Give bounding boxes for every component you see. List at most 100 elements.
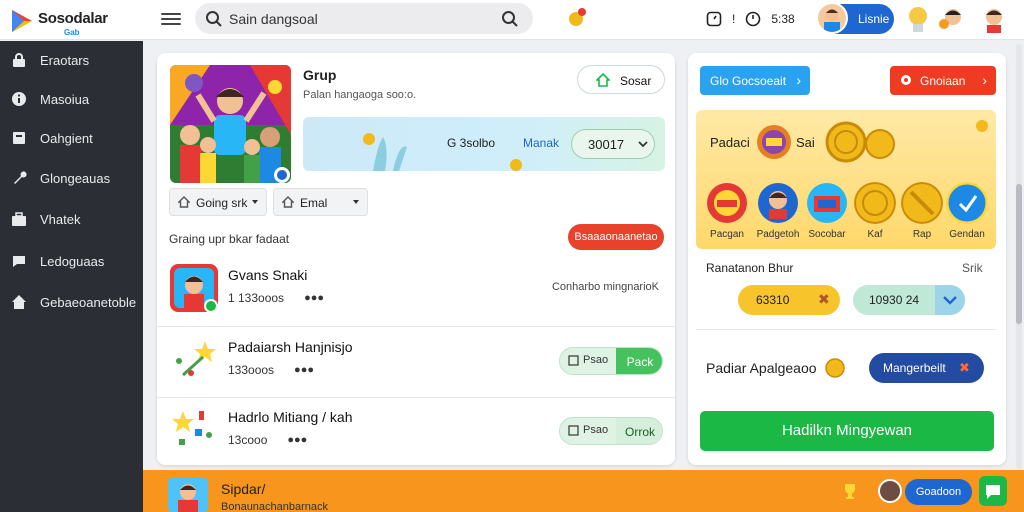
- item-action-pill[interactable]: Psao Orrok: [559, 417, 663, 445]
- sidebar-item-label: Vhatek: [40, 212, 81, 227]
- app-sub: Gab: [64, 28, 80, 37]
- medal-icon[interactable]: [757, 182, 799, 224]
- promo-label: G 3solbo: [447, 136, 496, 150]
- search-bar[interactable]: [195, 3, 533, 34]
- amount-dropdown-toggle[interactable]: [935, 285, 965, 315]
- medal-icon[interactable]: [901, 182, 943, 224]
- sidebar-item-gebaeoanetoble[interactable]: Gebaeoanetoble: [0, 287, 143, 317]
- home-outline-icon: [596, 73, 610, 87]
- sidebar: Eraotars Masoiua Oahgient Glongeauas Vha…: [0, 41, 143, 512]
- red-action-button[interactable]: Gnoiaan ›: [890, 66, 996, 95]
- red-action-label: Gnoiaan: [920, 74, 966, 88]
- medals-title: Padaci: [710, 135, 750, 150]
- clock-icon[interactable]: [745, 11, 761, 27]
- image-icon: [568, 354, 579, 366]
- reservation-right-label: Srik: [962, 261, 983, 275]
- trophy-icon[interactable]: [841, 482, 859, 500]
- item-pill-b[interactable]: Pack: [616, 348, 662, 374]
- trophy-avatar-icon[interactable]: [904, 4, 932, 34]
- bottom-subtitle: Bonaunachanbarnack: [221, 501, 329, 512]
- list-item[interactable]: Hadrlo Mitiang / kah 13cooo ●●● Psao Orr…: [157, 405, 675, 463]
- sidebar-item-label: Eraotars: [40, 53, 90, 68]
- medal-icon[interactable]: [706, 182, 748, 224]
- list-item[interactable]: Gvans Snaki 1 133ooos ●●● Conharbo mingn…: [157, 263, 675, 325]
- friend-avatar-icon[interactable]: [938, 4, 966, 34]
- search-icon: [206, 11, 222, 27]
- scrollbar-thumb[interactable]: [1016, 184, 1022, 324]
- close-icon: ✖: [959, 360, 970, 375]
- email-dropdown-label: Emal: [300, 196, 328, 210]
- play-logo-icon: [12, 10, 32, 32]
- promo-link[interactable]: Manak: [523, 136, 559, 150]
- rewards-panel: Glo Gocsoeait › Gnoiaan › Padaci Sai Pac…: [688, 53, 1006, 465]
- avatar[interactable]: [878, 479, 902, 503]
- medals-card: Padaci Sai Pacgan Padgetoh Socobar Kaf R…: [696, 110, 996, 249]
- section-title: Graing upr bkar fadaat: [169, 232, 290, 246]
- promo-code-select[interactable]: 30017: [571, 129, 655, 159]
- bottom-thumbnail: [168, 478, 208, 512]
- sidebar-item-eraotars[interactable]: Eraotars: [0, 45, 143, 75]
- image-icon: [568, 424, 579, 436]
- chat-button[interactable]: [979, 476, 1007, 506]
- separator: !: [732, 12, 736, 26]
- share-button[interactable]: Sosar: [577, 65, 665, 94]
- caret-down-icon: [353, 200, 359, 204]
- emoji-reactions-icon: ●●●: [287, 434, 308, 446]
- gear-icon: [901, 75, 911, 85]
- going-dropdown[interactable]: Going srk: [169, 188, 267, 216]
- bottom-bar: Sipdar/ Bonaunachanbarnack Goadoon: [143, 470, 1024, 512]
- item-right-text: Conharbo mingnarioK: [551, 281, 659, 293]
- badge-icon: [757, 125, 791, 159]
- item-meta-text: 13cooo: [228, 433, 268, 447]
- manager-button[interactable]: Mangerbeilt ✖: [869, 353, 984, 383]
- points-value: 63310: [756, 293, 790, 307]
- item-action-pill[interactable]: Psao Pack: [559, 347, 663, 375]
- medal-icon[interactable]: [946, 182, 988, 224]
- points-pill[interactable]: 63310 ✖: [738, 285, 840, 315]
- top-status-icons: ! 5:38: [706, 7, 795, 31]
- close-icon[interactable]: ✖: [818, 291, 830, 308]
- lock-icon: [13, 53, 25, 67]
- sidebar-item-oahgient[interactable]: Oahgient: [0, 123, 143, 153]
- sidebar-item-label: Oahgient: [40, 131, 93, 146]
- item-pill-a-label: Psao: [583, 424, 609, 436]
- scrollbar[interactable]: [1016, 44, 1022, 469]
- group-hero-image: [170, 65, 291, 183]
- confetti-icon: [172, 411, 212, 445]
- search-input[interactable]: [229, 9, 489, 29]
- emoji-reactions-icon: ●●●: [304, 292, 324, 304]
- sidebar-item-glongeauas[interactable]: Glongeauas: [0, 163, 143, 193]
- primary-green-button[interactable]: Hadilkn Mingyewan: [700, 411, 994, 451]
- medal-icon[interactable]: [854, 182, 896, 224]
- medal-icon[interactable]: [806, 182, 848, 224]
- email-dropdown[interactable]: Emal: [273, 188, 368, 216]
- search-submit-icon[interactable]: [501, 10, 519, 28]
- coin-notification-icon[interactable]: [566, 6, 588, 28]
- coin-icon: [825, 121, 867, 163]
- item-meta: 13cooo ●●●: [228, 433, 307, 447]
- chevron-down-icon: [638, 141, 648, 148]
- sidebar-item-ledoguaas[interactable]: Ledoguaas: [0, 246, 143, 276]
- bottom-action-button[interactable]: Goadoon: [905, 479, 972, 505]
- medals-subtitle: Sai: [796, 135, 815, 150]
- home-outline-icon: [178, 196, 190, 208]
- chevron-down-icon: [943, 296, 957, 305]
- section-action-button[interactable]: Bsaaaonaanetao: [568, 224, 664, 250]
- profile-avatar-icon[interactable]: [980, 4, 1008, 34]
- menu-icon[interactable]: [161, 10, 181, 28]
- go-button[interactable]: Glo Gocsoeait ›: [700, 66, 810, 95]
- chat-icon: [13, 256, 25, 267]
- list-item[interactable]: Padaiarsh Hanjnisjo 133ooos ●●● Psao Pac…: [157, 335, 675, 397]
- chat-icon: [986, 485, 1000, 499]
- sidebar-item-masoiua[interactable]: Masoiua: [0, 84, 143, 114]
- home-outline-icon: [282, 196, 294, 208]
- item-pill-a-label: Psao: [583, 354, 609, 366]
- amount-select[interactable]: 10930 24: [853, 285, 965, 315]
- user-menu[interactable]: Lisnie: [816, 2, 894, 34]
- app-logo[interactable]: Sosodalar Gab: [8, 6, 148, 37]
- sidebar-item-vhatek[interactable]: Vhatek: [0, 204, 143, 234]
- caret-down-icon: [252, 200, 258, 204]
- item-pill-b[interactable]: Orrok: [616, 418, 662, 444]
- timer-icon[interactable]: [706, 11, 722, 27]
- reservation-label: Ranatanon Bhur: [706, 261, 794, 275]
